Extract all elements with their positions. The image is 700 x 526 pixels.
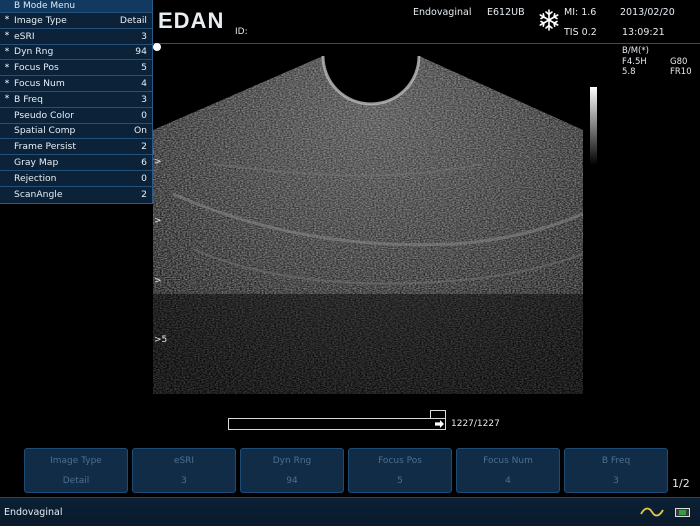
menu-item-value: 3 <box>141 93 147 105</box>
menu-item[interactable]: Spatial Comp On <box>0 122 152 139</box>
modified-star: * <box>4 78 10 89</box>
focus-marker: >5 <box>154 335 168 345</box>
patient-id-label: ID: <box>235 27 248 37</box>
softkey-button[interactable]: Focus Num 4 <box>456 448 560 493</box>
modified-star: * <box>4 62 10 73</box>
status-exam-text: Endovaginal <box>4 507 63 518</box>
cine-bracket-icon <box>430 410 446 418</box>
menu-item-label: eSRI <box>14 30 35 42</box>
modified-star: * <box>4 94 10 105</box>
menu-item[interactable]: * Focus Pos 5 <box>0 59 152 75</box>
mode-readout: B/M(*) <box>622 46 649 56</box>
softkey-button[interactable]: Image Type Detail <box>24 448 128 493</box>
menu-item-label: Image Type <box>14 14 67 26</box>
menu-item[interactable]: Gray Map 6 <box>0 154 152 170</box>
softkey-value: 3 <box>181 476 187 486</box>
modified-star: * <box>4 31 10 42</box>
time-value: 13:09:21 <box>622 27 665 38</box>
softkey-title: eSRI <box>173 456 195 466</box>
menu-item[interactable]: * B Freq 3 <box>0 90 152 107</box>
focus-marker: > <box>154 216 162 226</box>
menu-item[interactable]: * Focus Num 4 <box>0 75 152 91</box>
exam-type: Endovaginal <box>413 7 472 18</box>
menu-item-value: On <box>133 125 147 137</box>
softkey-title: Dyn Rng <box>272 456 312 466</box>
softkey-title: Focus Num <box>483 456 533 466</box>
menu-item-value: 2 <box>141 188 147 200</box>
cine-progress-bar[interactable] <box>228 418 446 430</box>
softkey-value: 3 <box>613 476 619 486</box>
usb-icon <box>675 508 690 517</box>
modified-star: * <box>4 15 10 26</box>
menu-item-label: Frame Persist <box>14 141 76 153</box>
modified-star: * <box>4 46 10 57</box>
softkey-button[interactable]: Focus Pos 5 <box>348 448 452 493</box>
menu-item[interactable]: Pseudo Color 0 <box>0 106 152 123</box>
mi-value: MI: 1.6 <box>564 7 597 18</box>
menu-item[interactable]: Frame Persist 2 <box>0 138 152 154</box>
menu-title: B Mode Menu <box>0 0 152 12</box>
menu-item-label: B Freq <box>14 93 43 105</box>
frequency-readout: F4.5H <box>622 57 647 67</box>
menu-item-value: 3 <box>141 30 147 42</box>
menu-item-label: Focus Pos <box>14 62 59 74</box>
menu-item[interactable]: Rejection 0 <box>0 169 152 186</box>
focus-marker: > <box>154 276 162 286</box>
menu-item-value: 0 <box>141 172 147 184</box>
softkey-value: 4 <box>505 476 511 486</box>
tis-value: TIS 0.2 <box>564 27 597 38</box>
grayscale-bar <box>590 87 597 165</box>
snowflake-icon[interactable] <box>538 9 560 31</box>
menu-item-label: Focus Num <box>14 78 65 90</box>
menu-item-value: Detail <box>119 14 147 26</box>
date-value: 2013/02/20 <box>620 7 675 18</box>
menu-item-value: 2 <box>141 141 147 153</box>
softkey-value: 5 <box>397 476 403 486</box>
cine-counter: 1227/1227 <box>451 419 500 429</box>
ultrasound-image[interactable] <box>153 44 593 394</box>
softkey-title: Image Type <box>50 456 102 466</box>
menu-item-label: Gray Map <box>14 157 59 169</box>
menu-item-value: 6 <box>141 157 147 169</box>
menu-item-label: Pseudo Color <box>14 109 75 121</box>
softkey-title: B Freq <box>601 456 631 466</box>
status-bar: Endovaginal <box>0 497 700 526</box>
menu-item[interactable]: * Image Type Detail <box>0 12 152 28</box>
softkey-value: Detail <box>62 476 90 486</box>
focus-marker: > <box>154 157 162 167</box>
menu-item-label: Rejection <box>14 172 57 184</box>
menu-item-value: 94 <box>135 46 147 58</box>
page-indicator[interactable]: 1/2 <box>672 477 690 490</box>
softkey-title: Focus Pos <box>378 456 422 466</box>
menu-item-value: 0 <box>141 109 147 121</box>
menu-item-label: Spatial Comp <box>14 125 76 137</box>
edan-logo: EDAN <box>158 8 225 33</box>
softkey-value: 94 <box>286 476 298 486</box>
menu-item-label: ScanAngle <box>14 188 63 200</box>
b-mode-menu: B Mode Menu * Image Type Detail * eSRI 3 * Dyn … <box>0 0 153 204</box>
menu-item[interactable]: * eSRI 3 <box>0 27 152 44</box>
menu-item-value: 5 <box>141 62 147 74</box>
wave-icon <box>640 507 664 517</box>
orientation-marker <box>153 43 161 51</box>
framerate-readout: FR10 <box>670 67 692 77</box>
menu-item[interactable]: ScanAngle 2 <box>0 185 152 202</box>
probe-name: E612UB <box>487 7 525 18</box>
menu-item-value: 4 <box>141 78 147 90</box>
softkey-button[interactable]: B Freq 3 <box>564 448 668 493</box>
gain-readout: G80 <box>670 57 688 67</box>
depth-readout: 5.8 <box>622 67 636 77</box>
menu-item-label: Dyn Rng <box>14 46 54 58</box>
menu-item[interactable]: * Dyn Rng 94 <box>0 43 152 60</box>
softkey-button[interactable]: Dyn Rng 94 <box>240 448 344 493</box>
softkey-button[interactable]: eSRI 3 <box>132 448 236 493</box>
cine-arrow-icon[interactable] <box>435 420 444 428</box>
